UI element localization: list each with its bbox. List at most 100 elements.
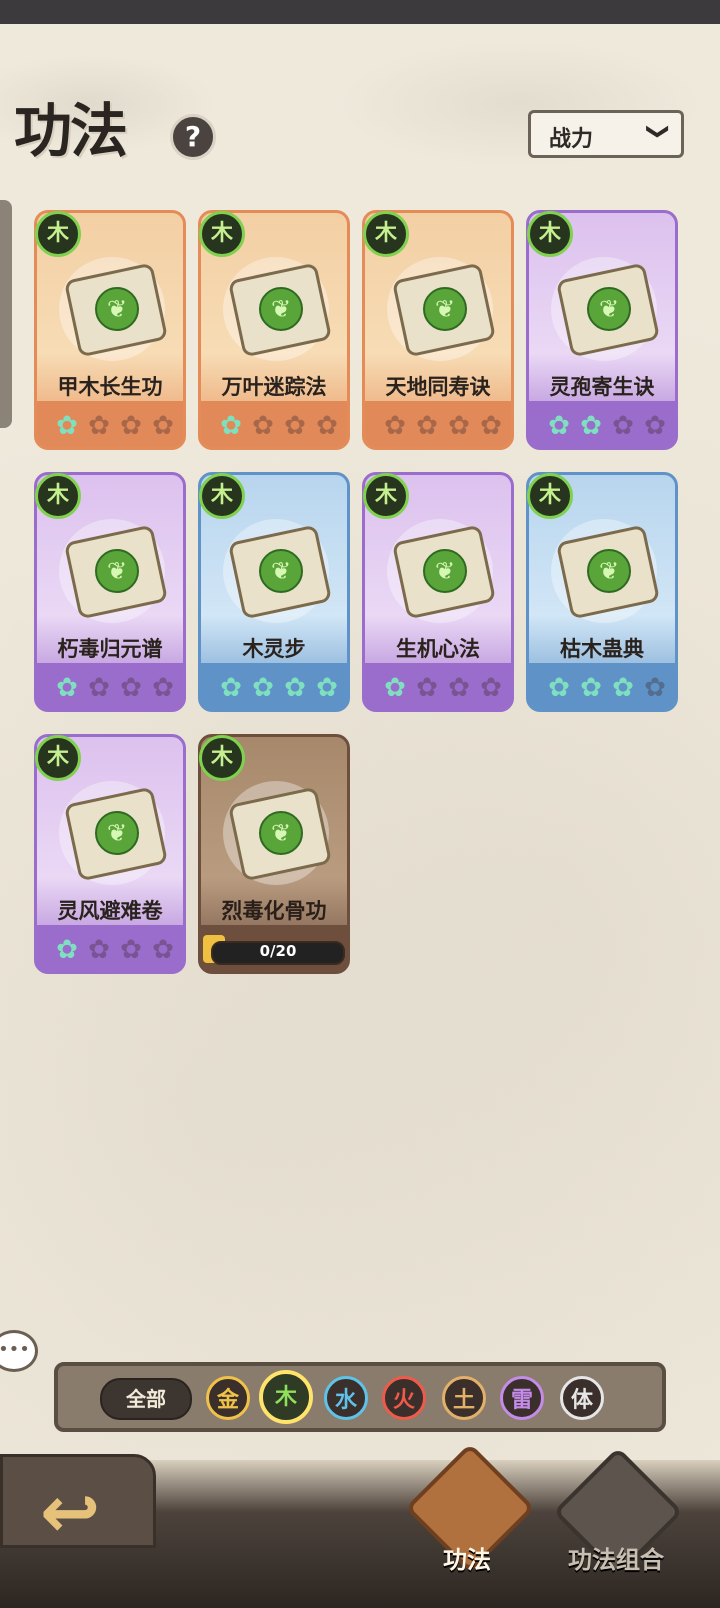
filter-element-0[interactable]: 金 [206,1376,250,1420]
star-empty-icon: ✿ [252,411,274,441]
star-rating: ✿ ✿ ✿ ✿ [217,675,341,701]
sort-dropdown[interactable]: 战力 ❯ [528,110,684,158]
leaf-icon: ❦ [95,811,139,855]
star-lit-icon: ✿ [612,673,634,703]
filter-element-3[interactable]: 火 [382,1376,426,1420]
help-icon[interactable]: ? [170,114,216,160]
star-empty-icon: ✿ [152,411,174,441]
star-lit-icon: ✿ [56,935,78,965]
star-rating: ✿ ✿ ✿ ✿ [545,413,669,439]
star-empty-icon: ✿ [120,411,142,441]
filter-element-6[interactable]: 体 [560,1376,604,1420]
tab-gongfa-combo[interactable]: 功法组合 [556,1540,676,1575]
filter-all-button[interactable]: 全部 [100,1378,192,1420]
element-badge: 木 [199,735,245,781]
tab-gongfa[interactable]: 功法 [412,1540,522,1575]
star-rating: ✿ ✿ ✿ ✿ [381,413,505,439]
star-lit-icon: ✿ [548,411,570,441]
star-empty-icon: ✿ [88,673,110,703]
filter-element-1[interactable]: 木 [259,1370,313,1424]
element-badge: 木 [199,211,245,257]
star-empty-icon: ✿ [88,935,110,965]
star-empty-icon: ✿ [152,673,174,703]
star-lit-icon: ✿ [56,673,78,703]
leaf-icon: ❦ [95,549,139,593]
star-empty-icon: ✿ [644,411,666,441]
card-name: 天地同寿诀 [385,375,491,399]
element-badge: 木 [35,735,81,781]
card-name: 灵孢寄生诀 [549,375,655,399]
skill-card[interactable]: ❦ 木生机心法 ✿ ✿ ✿ ✿ [362,472,514,712]
skill-card[interactable]: ❦ 木万叶迷踪法 ✿ ✿ ✿ ✿ [198,210,350,450]
star-lit-icon: ✿ [220,673,242,703]
element-badge: 木 [199,473,245,519]
leaf-icon: ❦ [587,549,631,593]
leaf-icon: ❦ [423,549,467,593]
star-empty-icon: ✿ [316,411,338,441]
star-lit-icon: ✿ [284,673,306,703]
card-name: 甲木长生功 [57,375,163,399]
star-lit-icon: ✿ [56,411,78,441]
star-rating: ✿ ✿ ✿ ✿ [53,413,177,439]
side-drawer-handle[interactable] [0,200,12,428]
leaf-icon: ❦ [259,287,303,331]
card-name: 灵风避难卷 [57,899,163,923]
star-lit-icon: ✿ [384,673,406,703]
filter-element-5[interactable]: 雷 [500,1376,544,1420]
leaf-icon: ❦ [423,287,467,331]
star-rating: ✿ ✿ ✿ ✿ [53,675,177,701]
back-arrow-icon[interactable]: ↩ [40,1472,130,1552]
star-lit-icon: ✿ [252,673,274,703]
chevron-down-icon: ❯ [645,122,671,141]
card-name: 木灵步 [242,637,306,661]
star-empty-icon: ✿ [416,673,438,703]
sort-dropdown-label: 战力 [549,127,594,152]
skill-card[interactable]: ❦ 木枯木蛊典 ✿ ✿ ✿ ✿ [526,472,678,712]
leaf-icon: ❦ [259,811,303,855]
star-rating: ✿ ✿ ✿ ✿ [545,675,669,701]
card-name: 朽毒归元谱 [57,637,163,661]
element-badge: 木 [363,473,409,519]
star-empty-icon: ✿ [612,411,634,441]
star-empty-icon: ✿ [120,673,142,703]
star-empty-icon: ✿ [284,411,306,441]
star-empty-icon: ✿ [480,411,502,441]
star-empty-icon: ✿ [120,935,142,965]
star-empty-icon: ✿ [152,935,174,965]
skill-card[interactable]: ❦ 木甲木长生功 ✿ ✿ ✿ ✿ [34,210,186,450]
element-badge: 木 [35,473,81,519]
skill-card[interactable]: ❦ 木木灵步 ✿ ✿ ✿ ✿ [198,472,350,712]
element-badge: 木 [363,211,409,257]
star-empty-icon: ✿ [88,411,110,441]
star-lit-icon: ✿ [548,673,570,703]
skill-card[interactable]: ❦ 木天地同寿诀 ✿ ✿ ✿ ✿ [362,210,514,450]
star-lit-icon: ✿ [580,673,602,703]
status-bar [0,0,720,24]
skill-card[interactable]: ❦ 木烈毒化骨功 0/20 [198,734,350,974]
star-rating: ✿ ✿ ✿ ✿ [53,937,177,963]
star-empty-icon: ✿ [644,673,666,703]
star-empty-icon: ✿ [448,411,470,441]
star-lit-icon: ✿ [220,411,242,441]
card-name: 生机心法 [396,637,480,661]
star-empty-icon: ✿ [448,673,470,703]
star-empty-icon: ✿ [416,411,438,441]
star-empty-icon: ✿ [384,411,406,441]
leaf-icon: ❦ [95,287,139,331]
leaf-icon: ❦ [259,549,303,593]
skill-card[interactable]: ❦ 木朽毒归元谱 ✿ ✿ ✿ ✿ [34,472,186,712]
element-badge: 木 [527,211,573,257]
skill-card[interactable]: ❦ 木灵风避难卷 ✿ ✿ ✿ ✿ [34,734,186,974]
star-lit-icon: ✿ [316,673,338,703]
star-lit-icon: ✿ [580,411,602,441]
card-name: 万叶迷踪法 [221,375,327,399]
card-name: 枯木蛊典 [560,637,644,661]
card-name: 烈毒化骨功 [221,899,327,923]
element-badge: 木 [35,211,81,257]
star-rating: ✿ ✿ ✿ ✿ [217,413,341,439]
element-badge: 木 [527,473,573,519]
filter-element-2[interactable]: 水 [324,1376,368,1420]
star-rating: ✿ ✿ ✿ ✿ [381,675,505,701]
skill-card[interactable]: ❦ 木灵孢寄生诀 ✿ ✿ ✿ ✿ [526,210,678,450]
filter-element-4[interactable]: 土 [442,1376,486,1420]
